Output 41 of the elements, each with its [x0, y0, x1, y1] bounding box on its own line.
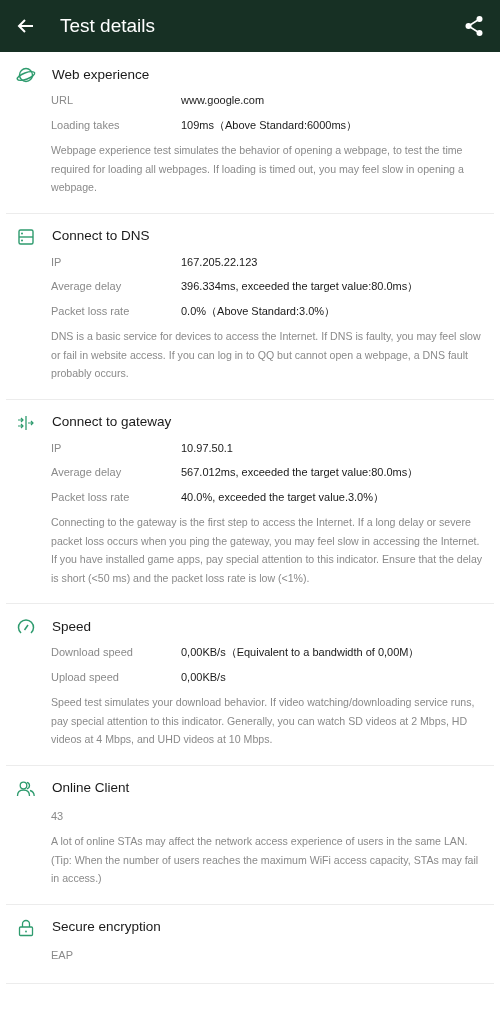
field-label: Download speed: [51, 645, 134, 660]
field-value: 167.205.22.123: [181, 254, 258, 270]
description-text: DNS is a basic service for devices to access the Internet. If DNS is faulty, you may feel slow or fail in website access. If you can log in to QQ but cannot open a webpage, a DNS fault probably occurs.: [51, 329, 482, 381]
field-label: Upload speed: [51, 669, 120, 685]
field-label: Average delay: [51, 279, 123, 294]
description-text: (Tip: When the number of users reaches the maximum WiFi access capacity, STAs may fail in access.): [51, 852, 480, 886]
section-title: Web experience: [52, 65, 150, 84]
field-label: IP: [51, 254, 63, 270]
field-value: 0.0%（Above Standard:3.0%）: [181, 303, 336, 319]
field-label: Average delay: [51, 465, 123, 480]
description-text: A lot of online STAs may affect the network access experience of users in the same LAN.: [51, 834, 469, 849]
server-icon: [16, 226, 36, 247]
section-title: Connect to gateway: [52, 413, 172, 432]
section-title: Speed: [52, 617, 92, 636]
section-title: Connect to DNS: [52, 227, 150, 246]
field-label: IP: [51, 440, 63, 456]
field-label: URL: [51, 93, 74, 108]
share-icon: [464, 15, 484, 37]
field-value: 109ms（Above Standard:6000ms）: [181, 117, 358, 133]
field-value: 0,00KB/s: [181, 669, 226, 685]
description-text: Webpage experience test simulates the behavior of opening a webpage, to test the time required for loading all webpages. If loading is timed out, you may feel slow in opening a webpage.: [51, 143, 465, 195]
field-value: 0,00KB/s（Equivalent to a bandwidth of 0,00M）: [181, 645, 420, 660]
lock-icon: [16, 917, 36, 938]
field-value: 40.0%, exceeded the target value.3.0%）: [181, 489, 385, 505]
field-value: 10.97.50.1: [181, 440, 233, 456]
field-value: 396.334ms, exceeded the target value:80.0ms）: [181, 279, 419, 294]
field-label: Packet loss rate: [51, 489, 131, 505]
field-value: 43: [51, 808, 65, 824]
section-title: Secure encryption: [52, 918, 161, 937]
page-title: Test details: [60, 13, 157, 38]
field-value: www.google.com: [181, 93, 265, 108]
section-title: Online Client: [52, 779, 130, 798]
gauge-icon: [16, 617, 36, 637]
share-button[interactable]: [464, 15, 484, 37]
description-text: Connecting to the gateway is the first step to access the Internet. If a long delay or severe packet loss occurs when you ping the gateway, you may feel slow in accessing the Internet. If you have installed game apps, pay special attention to this indicator. Ensure that the delay is short (<50 ms) and the packet loss rate is low (<1%).: [51, 515, 484, 586]
field-label: Packet loss rate: [51, 303, 131, 319]
field-label: Loading takes: [51, 117, 121, 133]
field-value: EAP: [51, 947, 74, 963]
description-text: Speed test simulates your download behavior. If video watching/downloading service runs, pay special attention to this indicator. Generally, you can watch SD videos at 2 Mbps, HD videos at 4 Mbps, and UHD videos at 10 Mbps.: [51, 695, 476, 747]
planet-icon: [16, 65, 36, 85]
field-value: 567.012ms, exceeded the target value:80.0ms）: [181, 465, 419, 480]
